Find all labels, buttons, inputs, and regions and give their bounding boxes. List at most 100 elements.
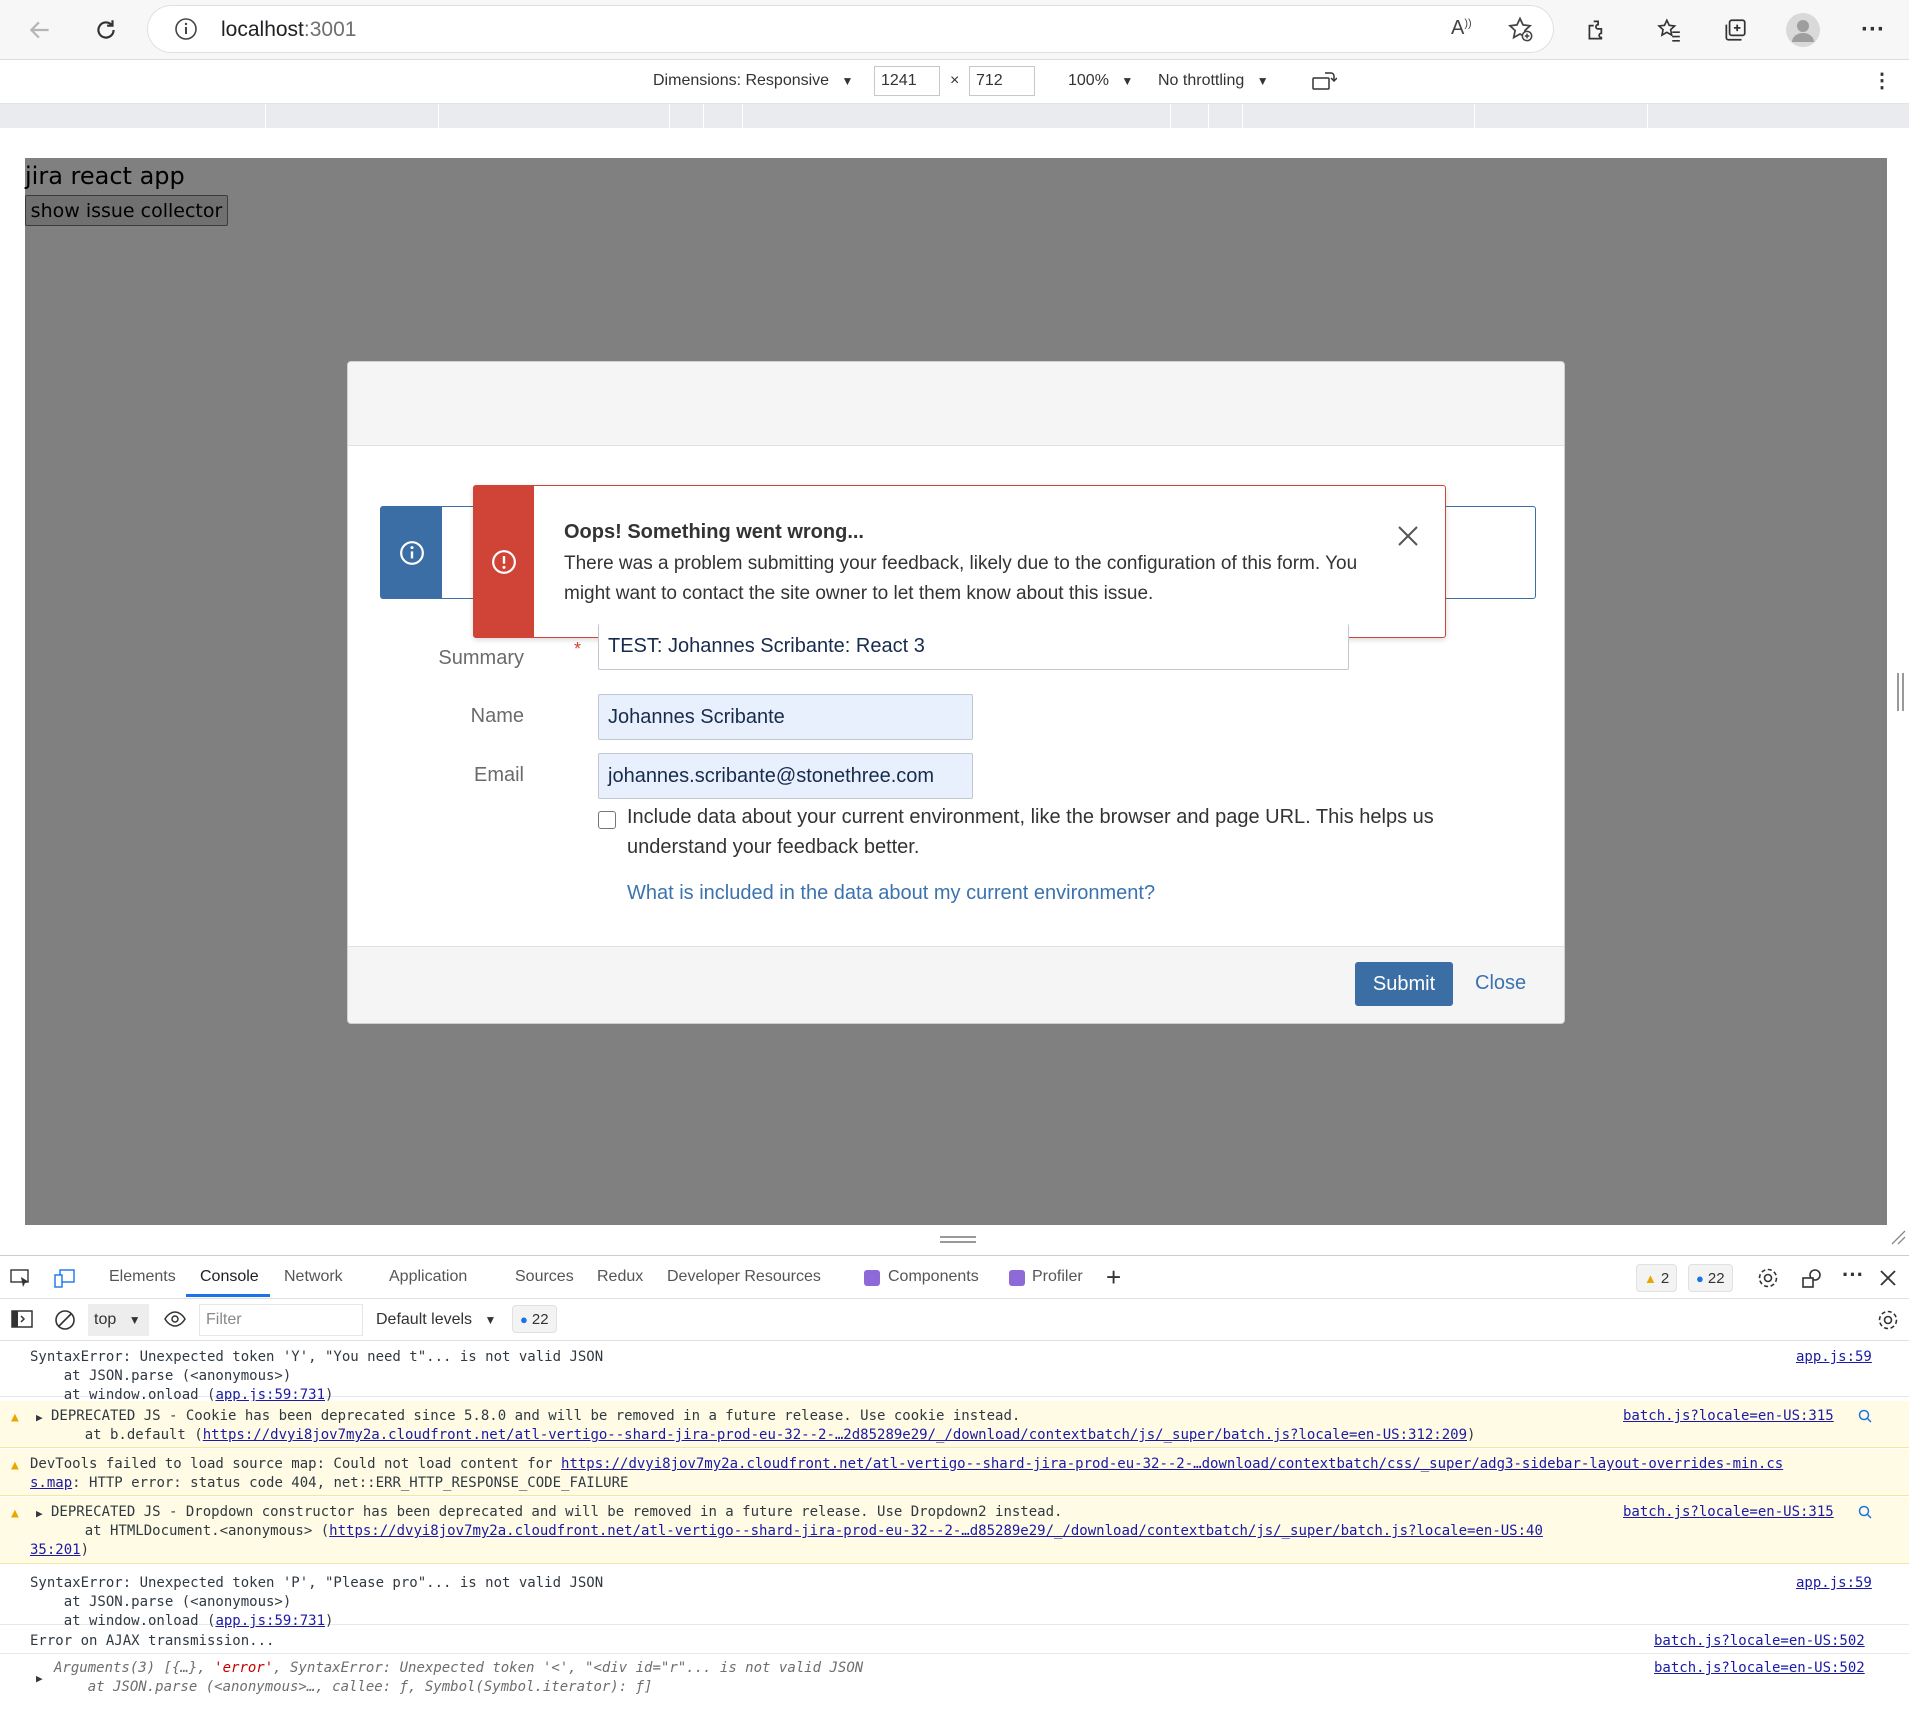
tab-sources[interactable]: Sources — [515, 1268, 574, 1286]
inspect-icon[interactable] — [10, 1268, 32, 1293]
tab-network[interactable]: Network — [284, 1268, 343, 1286]
name-label: Name — [470, 705, 524, 727]
viewport-side-handle[interactable] — [1897, 673, 1905, 711]
dropdown-arrow-icon: ▼ — [484, 1313, 497, 1327]
name-field[interactable]: Johannes Scribante — [598, 694, 973, 740]
live-expression-icon[interactable] — [164, 1311, 186, 1332]
message-text: DevTools failed to load source map: Coul… — [30, 1456, 1784, 1472]
console-filter-input[interactable]: Filter — [199, 1304, 363, 1336]
source-link[interactable]: https://dvyi8jov7my2a.cloudfront.net/atl… — [561, 1456, 1783, 1472]
source-link[interactable]: app.js:59 — [1796, 1348, 1872, 1367]
issues-badge[interactable]: ● 22 — [512, 1305, 557, 1333]
favorites-icon[interactable] — [1651, 12, 1687, 48]
tab-profiler[interactable]: Profiler — [1032, 1268, 1083, 1286]
active-tab-indicator — [186, 1294, 270, 1297]
expand-arrow-icon[interactable]: ▶ — [36, 1507, 43, 1520]
log-levels-dropdown[interactable]: Default levels ▼ — [376, 1311, 496, 1329]
close-icon[interactable] — [1392, 520, 1424, 552]
error-title: Oops! Something went wrong... — [564, 521, 864, 543]
stack-line: at JSON.parse (<anonymous>) — [30, 1594, 292, 1610]
rotate-icon[interactable] — [1311, 70, 1338, 97]
source-link[interactable]: s.map — [30, 1475, 72, 1491]
dimensions-dropdown[interactable]: Dimensions: Responsive ▼ — [653, 72, 853, 90]
source-link[interactable]: https://dvyi8jov7my2a.cloudfront.net/atl… — [329, 1523, 1543, 1539]
message-icon: ● — [1696, 1270, 1704, 1286]
throttling-dropdown[interactable]: No throttling ▼ — [1158, 72, 1269, 90]
add-tab-icon[interactable]: + — [1106, 1262, 1121, 1293]
zoom-dropdown[interactable]: 100% ▼ — [1068, 72, 1133, 90]
tab-elements[interactable]: Elements — [109, 1268, 176, 1286]
tab-application[interactable]: Application — [389, 1268, 467, 1286]
source-link[interactable]: app.js:59 — [1796, 1574, 1872, 1593]
environment-checkbox-label: Include data about your current environm… — [627, 806, 1434, 858]
search-icon[interactable] — [1858, 1505, 1872, 1523]
summary-field[interactable]: TEST: Johannes Scribante: React 3 — [598, 624, 1349, 670]
warnings-badge[interactable]: ▲ 2 — [1636, 1264, 1678, 1292]
url-text[interactable]: localhost:3001 — [221, 18, 356, 42]
settings-icon[interactable] — [1756, 1266, 1780, 1295]
dropdown-arrow-icon: ▼ — [128, 1313, 141, 1327]
console-message: Error on AJAX transmission... batch.js?l… — [0, 1626, 1909, 1654]
reload-icon[interactable] — [86, 10, 126, 50]
react-icon — [1009, 1270, 1025, 1286]
search-icon[interactable] — [1858, 1409, 1872, 1427]
tab-redux[interactable]: Redux — [597, 1268, 643, 1286]
media-query-bar[interactable] — [0, 104, 1909, 128]
warning-icon: ▲ — [1644, 1270, 1657, 1286]
collections-icon[interactable] — [1717, 12, 1753, 48]
expand-arrow-icon[interactable]: ▶ — [36, 1672, 43, 1685]
source-link[interactable]: https://dvyi8jov7my2a.cloudfront.net/atl… — [203, 1427, 1467, 1443]
console-warning: ▲ ▶ DEPRECATED JS - Dropdown constructor… — [0, 1497, 1909, 1564]
source-link[interactable]: batch.js?locale=en-US:315 — [1623, 1503, 1834, 1522]
console-toolbar: top ▼ Filter Default levels ▼ ● 22 — [0, 1299, 1909, 1341]
height-input[interactable]: 712 — [969, 66, 1035, 96]
extensions-icon[interactable] — [1579, 12, 1615, 48]
source-link[interactable]: batch.js?locale=en-US:502 — [1654, 1659, 1865, 1678]
tab-developer-resources[interactable]: Developer Resources — [667, 1268, 821, 1286]
corner-resize-icon[interactable] — [1890, 1229, 1906, 1250]
messages-badge[interactable]: ● 22 — [1688, 1264, 1733, 1292]
address-bar[interactable]: localhost:3001 A)) — [148, 6, 1553, 52]
message-text: s.map: HTTP error: status code 404, net:… — [30, 1475, 629, 1491]
source-link[interactable]: 35:201 — [30, 1542, 81, 1558]
customize-icon[interactable] — [1800, 1266, 1824, 1295]
email-label: Email — [473, 764, 524, 786]
message-text: DEPRECATED JS - Cookie has been deprecat… — [51, 1408, 1021, 1424]
device-mode-icon[interactable] — [54, 1268, 76, 1293]
show-issue-collector-button[interactable]: show issue collector — [25, 195, 228, 226]
more-icon[interactable]: ··· — [1855, 12, 1891, 48]
add-favorite-icon[interactable] — [1506, 15, 1534, 48]
source-link[interactable]: batch.js?locale=en-US:315 — [1623, 1407, 1834, 1426]
email-field[interactable]: johannes.scribante@stonethree.com — [598, 753, 973, 799]
warning-icon: ▲ — [11, 1458, 19, 1473]
close-button[interactable]: Close — [1475, 972, 1526, 995]
expand-arrow-icon[interactable]: ▶ — [36, 1411, 43, 1424]
error-message: Oops! Something went wrong... There was … — [473, 485, 1446, 638]
context-selector[interactable]: top ▼ — [88, 1304, 149, 1336]
devtools-more-icon[interactable]: ··· — [1842, 1262, 1864, 1288]
tab-console[interactable]: Console — [200, 1268, 259, 1286]
ruler-divider — [703, 104, 704, 128]
summary-label: Summary — [438, 647, 524, 669]
sidebar-toggle-icon[interactable] — [11, 1310, 33, 1333]
width-input[interactable]: 1241 — [874, 66, 940, 96]
console-settings-icon[interactable] — [1876, 1308, 1900, 1337]
profile-avatar[interactable] — [1785, 12, 1821, 48]
devtools-close-icon[interactable] — [1879, 1269, 1897, 1292]
read-aloud-icon[interactable]: A)) — [1451, 17, 1472, 40]
environment-checkbox[interactable] — [598, 811, 616, 829]
back-icon[interactable] — [20, 10, 60, 50]
dropdown-arrow-icon: ▼ — [1121, 74, 1134, 88]
clear-console-icon[interactable] — [54, 1309, 76, 1336]
message-text: Error on AJAX transmission... — [30, 1633, 275, 1649]
source-link[interactable]: batch.js?locale=en-US:502 — [1654, 1632, 1865, 1651]
site-info-icon[interactable] — [174, 17, 198, 46]
tab-components[interactable]: Components — [888, 1268, 979, 1286]
device-more-icon[interactable]: ⋮ — [1872, 68, 1892, 93]
info-icon — [381, 507, 442, 598]
viewport-resize-handle[interactable] — [940, 1236, 976, 1244]
console-message: SyntaxError: Unexpected token 'Y', "You … — [0, 1341, 1909, 1403]
ruler-divider — [1242, 104, 1243, 128]
environment-info-link[interactable]: What is included in the data about my cu… — [627, 882, 1155, 905]
submit-button[interactable]: Submit — [1355, 962, 1453, 1006]
